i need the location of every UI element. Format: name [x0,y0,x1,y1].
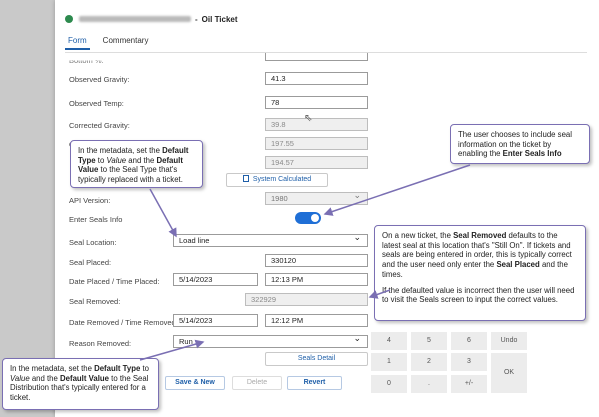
seal-removed-value: 322929 [245,293,368,306]
c3-b2: Seal Placed [496,260,540,270]
system-calculated-text: System Calculated [252,176,312,183]
time-removed-input[interactable]: 12:12 PM [265,314,368,327]
date-placed-input[interactable]: 5/14/2023 [173,273,258,286]
seals-detail-button[interactable]: Seals Detail [265,352,368,366]
toggle-knob [311,214,319,222]
seal-removed-label: Seal Removed: [69,297,121,306]
key-ok[interactable]: OK [491,353,527,393]
revert-button[interactable]: Revert [287,376,342,390]
hidden-row-2-value: 194.57 [265,156,368,169]
seal-placed-label: Seal Placed: [69,258,112,267]
bottom-percent-label: Bottom %: [69,56,104,66]
key-plus-minus[interactable]: +/- [451,375,487,393]
c1-p3: and the [126,155,157,165]
key-1[interactable]: 1 [371,353,407,371]
save-new-button[interactable]: Save & New [165,376,225,390]
observed-temp-input[interactable]: 78 [265,96,368,109]
observed-gravity-label: Observed Gravity: [69,75,130,84]
title-separator: - [195,14,198,24]
api-version-label: API Version: [69,196,111,205]
title-bar: - Oil Ticket [55,10,599,28]
calculator-icon [242,175,249,182]
c4-b1: Default Type [94,364,141,373]
c2-b1: Enter Seals Info [502,149,562,159]
seal-location-select[interactable]: Load line ⌄ [173,234,368,247]
delete-button[interactable]: Delete [232,376,282,390]
chevron-down-icon: ⌄ [353,192,361,200]
callout-enter-seals-info: The user chooses to include seal informa… [450,124,590,164]
observed-temp-label: Observed Temp: [69,99,124,108]
window-title: Oil Ticket [201,14,238,24]
key-5[interactable]: 5 [411,332,447,350]
c1-i1: Value [106,155,127,165]
enter-seals-info-toggle[interactable] [295,212,321,224]
seal-location-value: Load line [179,236,210,245]
tab-commentary[interactable]: Commentary [100,36,152,50]
bottom-percent-field[interactable] [265,53,368,61]
key-6[interactable]: 6 [451,332,487,350]
tab-form[interactable]: Form [65,36,90,50]
c3-b1: Seal Removed [453,231,507,240]
key-2[interactable]: 2 [411,353,447,371]
api-version-select[interactable]: 1980 ⌄ [265,192,368,205]
key-0[interactable]: 0 [371,375,407,393]
reason-removed-select[interactable]: Run ⌄ [173,335,368,348]
mouse-cursor-icon: ⇖ [304,113,313,124]
callout-seal-removed: On a new ticket, the Seal Removed defaul… [374,225,586,321]
key-3[interactable]: 3 [451,353,487,371]
c4-p1: In the metadata, set the [10,364,95,373]
reason-removed-value: Run [179,337,193,346]
date-time-removed-label: Date Removed / Time Removed: [69,318,178,327]
c4-b2: Default Value [60,373,109,383]
c3-p1: On a new ticket, the [382,231,454,240]
api-version-value: 1980 [271,194,288,203]
chevron-down-icon: ⌄ [353,335,361,343]
corrected-gravity-value: 39.8 [265,118,368,131]
app-icon [65,15,73,23]
tab-bar: Form Commentary [65,36,151,50]
system-calculated-button[interactable]: System Calculated [226,173,328,187]
date-time-placed-label: Date Placed / Time Placed: [69,277,160,286]
enter-seals-info-label: Enter Seals Info [69,215,123,224]
c1-p2: to [95,155,107,165]
callout-default-seal-type: In the metadata, set the Default Type to… [70,140,203,188]
reason-removed-label: Reason Removed: [69,339,132,348]
c4-p3: and the [29,373,61,383]
corrected-gravity-label: Corrected Gravity: [69,121,130,130]
key-4[interactable]: 4 [371,332,407,350]
date-removed-input[interactable]: 5/14/2023 [173,314,258,327]
seal-placed-input[interactable]: 330120 [265,254,368,267]
key-undo[interactable]: Undo [491,332,527,350]
hidden-row-1-value: 197.55 [265,137,368,150]
time-placed-input[interactable]: 12:13 PM [265,273,368,286]
redacted-ticket-id [79,16,191,22]
observed-gravity-input[interactable]: 41.3 [265,72,368,85]
c3-p4: If the defaulted value is incorrect then… [382,285,575,305]
callout-default-seal-distribution: In the metadata, set the Default Type to… [2,358,159,410]
c4-i1: Value [10,373,30,383]
c1-p1: In the metadata, set the [78,146,163,155]
key-decimal[interactable]: . [411,375,447,393]
oil-ticket-window: - Oil Ticket Form Commentary Bottom %: O… [55,0,599,417]
c4-p2: to [140,364,149,373]
seal-location-label: Seal Location: [69,238,117,247]
chevron-down-icon: ⌄ [353,234,361,242]
